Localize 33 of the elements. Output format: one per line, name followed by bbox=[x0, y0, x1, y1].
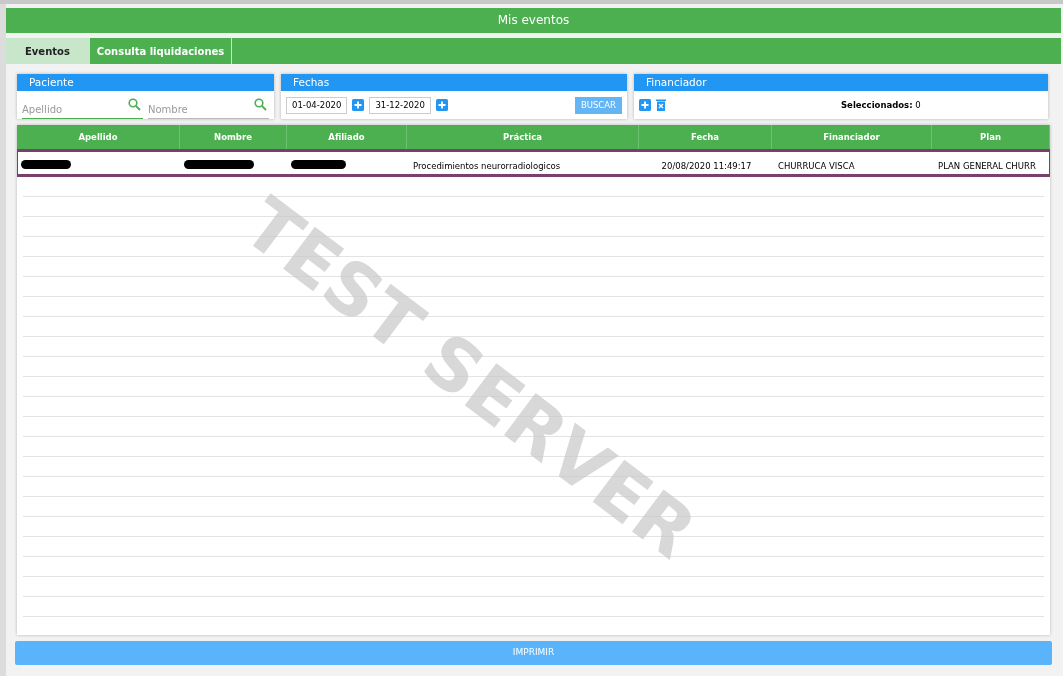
search-icon[interactable] bbox=[254, 98, 267, 111]
search-field[interactable]: Nombre bbox=[148, 101, 269, 119]
add-icon[interactable] bbox=[352, 99, 365, 111]
redaction-mark bbox=[21, 159, 71, 169]
redaction-mark bbox=[184, 159, 254, 169]
table-row[interactable]: Procedimientos neurorradiologicos 20/08/2020 11:49:17 CHURRUCA VISCA PLAN GENERAL CHURR bbox=[17, 149, 1050, 177]
column-header[interactable]: Nombre bbox=[180, 125, 287, 149]
table-cell: CHURRUCA VISCA bbox=[778, 161, 855, 171]
search-field[interactable]: Apellido bbox=[22, 101, 143, 119]
panel-header: Fechas bbox=[281, 74, 627, 91]
search-icon[interactable] bbox=[128, 98, 141, 111]
selected-count: Seleccionados: 0 bbox=[841, 98, 921, 112]
trash-icon[interactable] bbox=[656, 99, 666, 111]
add-icon[interactable] bbox=[435, 99, 448, 111]
add-icon[interactable] bbox=[639, 99, 651, 111]
table-cell: PLAN GENERAL CHURR bbox=[938, 161, 1036, 171]
search-button[interactable]: BUSCAR bbox=[574, 96, 622, 114]
column-header[interactable]: Apellido bbox=[17, 125, 180, 149]
column-header[interactable]: Plan bbox=[932, 125, 1050, 149]
table-cell: Procedimientos neurorradiologicos bbox=[413, 161, 561, 171]
redaction-mark bbox=[291, 159, 346, 169]
date-field[interactable]: 01-04-2020 bbox=[286, 96, 348, 114]
panel-header: Financiador bbox=[634, 74, 1048, 91]
print-button[interactable]: IMPRIMIR bbox=[15, 641, 1052, 665]
column-header[interactable]: Financiador bbox=[772, 125, 932, 149]
column-header[interactable]: Fecha bbox=[639, 125, 772, 149]
table-cell: 20/08/2020 11:49:17 bbox=[661, 161, 752, 171]
page-title: Mis eventos bbox=[6, 8, 1061, 33]
panel-header: Paciente bbox=[17, 74, 274, 91]
tab[interactable]: Eventos bbox=[6, 38, 90, 64]
column-header[interactable]: Práctica bbox=[407, 125, 639, 149]
date-field[interactable]: 31-12-2020 bbox=[369, 96, 431, 114]
column-header[interactable]: Afiliado bbox=[287, 125, 407, 149]
